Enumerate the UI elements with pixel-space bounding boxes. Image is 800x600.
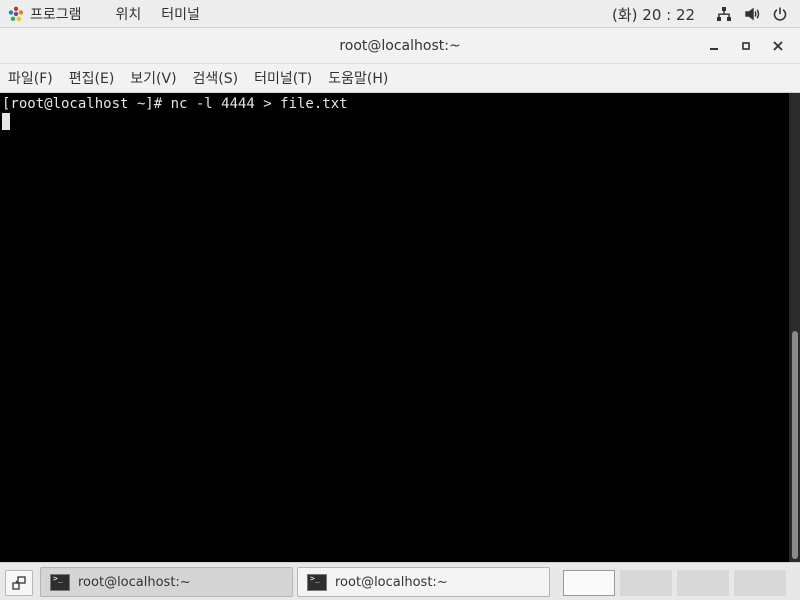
applications-menu-label: 프로그램 xyxy=(30,6,82,23)
terminal-icon: >_ xyxy=(307,573,327,591)
network-icon[interactable] xyxy=(716,6,732,22)
close-button[interactable] xyxy=(762,32,794,60)
clock[interactable]: (화) 20 : 22 xyxy=(612,0,695,28)
terminal-app-menu[interactable]: 터미널 xyxy=(161,0,214,27)
maximize-icon xyxy=(742,42,750,50)
workspace-3[interactable] xyxy=(677,570,729,596)
terminal-cursor-line xyxy=(2,113,789,131)
menu-help[interactable]: 도움말(H) xyxy=(320,64,396,92)
places-menu-label: 위치 xyxy=(115,6,142,23)
workspace-1[interactable] xyxy=(563,570,615,596)
text-cursor xyxy=(2,113,10,130)
workspace-4[interactable] xyxy=(734,570,786,596)
window-titlebar[interactable]: root@localhost:~ xyxy=(0,28,800,64)
minimize-icon xyxy=(710,48,718,50)
menu-file[interactable]: 파일(F) xyxy=(0,64,61,92)
minimize-button[interactable] xyxy=(698,32,730,60)
window-controls xyxy=(698,28,794,64)
terminal-icon: >_ xyxy=(50,573,70,591)
show-desktop-button[interactable] xyxy=(5,570,33,596)
scrollbar-thumb[interactable] xyxy=(792,331,798,559)
window-title: root@localhost:~ xyxy=(339,38,461,54)
show-desktop-icon xyxy=(12,576,26,590)
top-panel: 프로그램 위치 터미널 (화) 20 : 22 xyxy=(0,0,800,28)
top-panel-menus: 프로그램 위치 터미널 xyxy=(0,0,214,27)
menu-terminal[interactable]: 터미널(T) xyxy=(246,64,320,92)
taskbar-window-1[interactable]: >_ root@localhost:~ xyxy=(40,567,293,597)
terminal-output[interactable]: [root@localhost ~]# nc -l 4444 > file.tx… xyxy=(0,93,789,562)
bottom-taskbar: >_ root@localhost:~ >_ root@localhost:~ xyxy=(0,562,800,600)
places-menu[interactable]: 위치 xyxy=(96,0,162,27)
menu-edit[interactable]: 편집(E) xyxy=(61,64,123,92)
volume-icon[interactable] xyxy=(744,6,760,22)
terminal-menubar: 파일(F) 편집(E) 보기(V) 검색(S) 터미널(T) 도움말(H) xyxy=(0,64,800,93)
power-icon[interactable] xyxy=(772,6,788,22)
terminal-app-menu-label: 터미널 xyxy=(161,6,200,23)
applications-menu[interactable]: 프로그램 xyxy=(0,0,96,27)
applications-icon xyxy=(8,6,24,22)
taskbar-window-label: root@localhost:~ xyxy=(78,574,191,590)
menu-view[interactable]: 보기(V) xyxy=(122,64,184,92)
maximize-button[interactable] xyxy=(730,32,762,60)
terminal-line: [root@localhost ~]# nc -l 4444 > file.tx… xyxy=(2,96,348,112)
close-icon xyxy=(773,41,783,51)
system-tray xyxy=(716,0,788,28)
menu-search[interactable]: 검색(S) xyxy=(185,64,247,92)
taskbar-window-2[interactable]: >_ root@localhost:~ xyxy=(297,567,550,597)
workspace-2[interactable] xyxy=(620,570,672,596)
taskbar-window-label: root@localhost:~ xyxy=(335,574,448,590)
terminal-scrollbar[interactable] xyxy=(789,93,800,562)
